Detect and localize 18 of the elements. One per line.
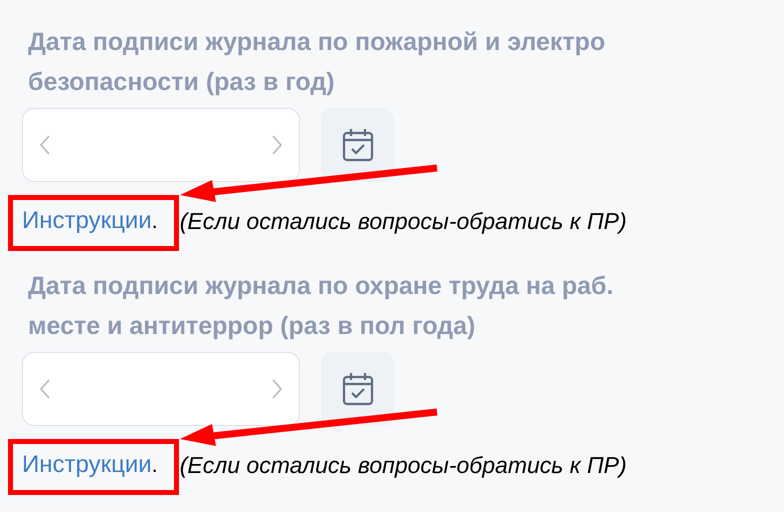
note-text: (Если остались вопросы-обратись к ПР) (180, 207, 627, 236)
calendar-button[interactable] (321, 352, 394, 426)
calendar-icon (342, 128, 374, 162)
note-text: (Если остались вопросы-обратись к ПР) (180, 451, 627, 480)
chevron-left-icon[interactable] (39, 378, 51, 400)
period: . (152, 207, 158, 235)
chevron-right-icon[interactable] (271, 378, 283, 400)
period: . (152, 451, 158, 479)
calendar-icon (342, 372, 374, 406)
field-label: Дата подписи журнала по пожарной и электро безопасности (раз в год) (27, 27, 606, 98)
chevron-left-icon[interactable] (39, 134, 51, 156)
date-picker[interactable] (22, 108, 300, 182)
instructions-link[interactable]: Инструкции (22, 204, 152, 238)
chevron-right-icon[interactable] (271, 134, 283, 156)
calendar-button[interactable] (321, 108, 394, 182)
field-label: Дата подписи журнала по охране труда на раб. месте и антитеррор (раз в пол года) (27, 271, 614, 342)
instructions-link[interactable]: Инструкции (22, 448, 152, 482)
date-picker[interactable] (22, 352, 300, 426)
